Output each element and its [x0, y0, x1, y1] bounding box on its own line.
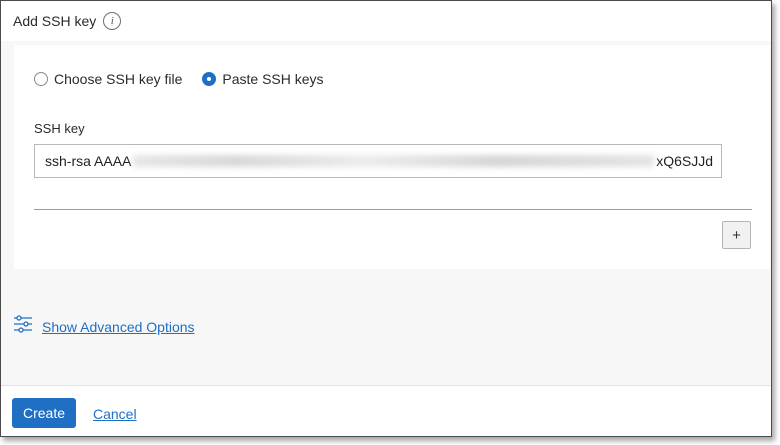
cancel-link[interactable]: Cancel [93, 406, 137, 422]
ssh-key-redacted [133, 155, 655, 167]
dialog-header: Add SSH key i [1, 1, 771, 41]
sliders-icon[interactable] [13, 315, 33, 338]
ssh-key-value-start: ssh-rsa AAAA [45, 153, 132, 169]
dialog-footer: Create Cancel [1, 385, 771, 436]
ssh-key-label: SSH key [34, 121, 85, 136]
add-key-button[interactable]: + [722, 221, 751, 249]
ssh-key-value-end: xQ6SJJd [656, 153, 713, 169]
ssh-key-input[interactable]: ssh-rsa AAAA xQ6SJJd [34, 144, 722, 178]
choose-key-file-label: Choose SSH key file [54, 71, 183, 87]
create-button[interactable]: Create [12, 398, 76, 428]
divider [34, 209, 752, 210]
choose-key-file-radio[interactable] [34, 72, 48, 86]
choose-key-file-option[interactable]: Choose SSH key file [34, 71, 182, 87]
paste-keys-radio[interactable] [202, 72, 217, 86]
paste-keys-label: Paste SSH keys [222, 71, 324, 87]
advanced-options: Show Advanced Options [13, 315, 195, 338]
ssh-key-card: Choose SSH key file Paste SSH keys SSH k… [14, 45, 770, 269]
ssh-key-dialog: Add SSH key i Choose SSH key file Paste … [0, 0, 772, 437]
show-advanced-options-link[interactable]: Show Advanced Options [42, 319, 195, 335]
info-icon[interactable]: i [103, 12, 122, 30]
dialog-title: Add SSH key [13, 13, 97, 29]
paste-keys-option[interactable]: Paste SSH keys [202, 71, 324, 87]
key-source-radio-group: Choose SSH key file Paste SSH keys [34, 71, 344, 87]
